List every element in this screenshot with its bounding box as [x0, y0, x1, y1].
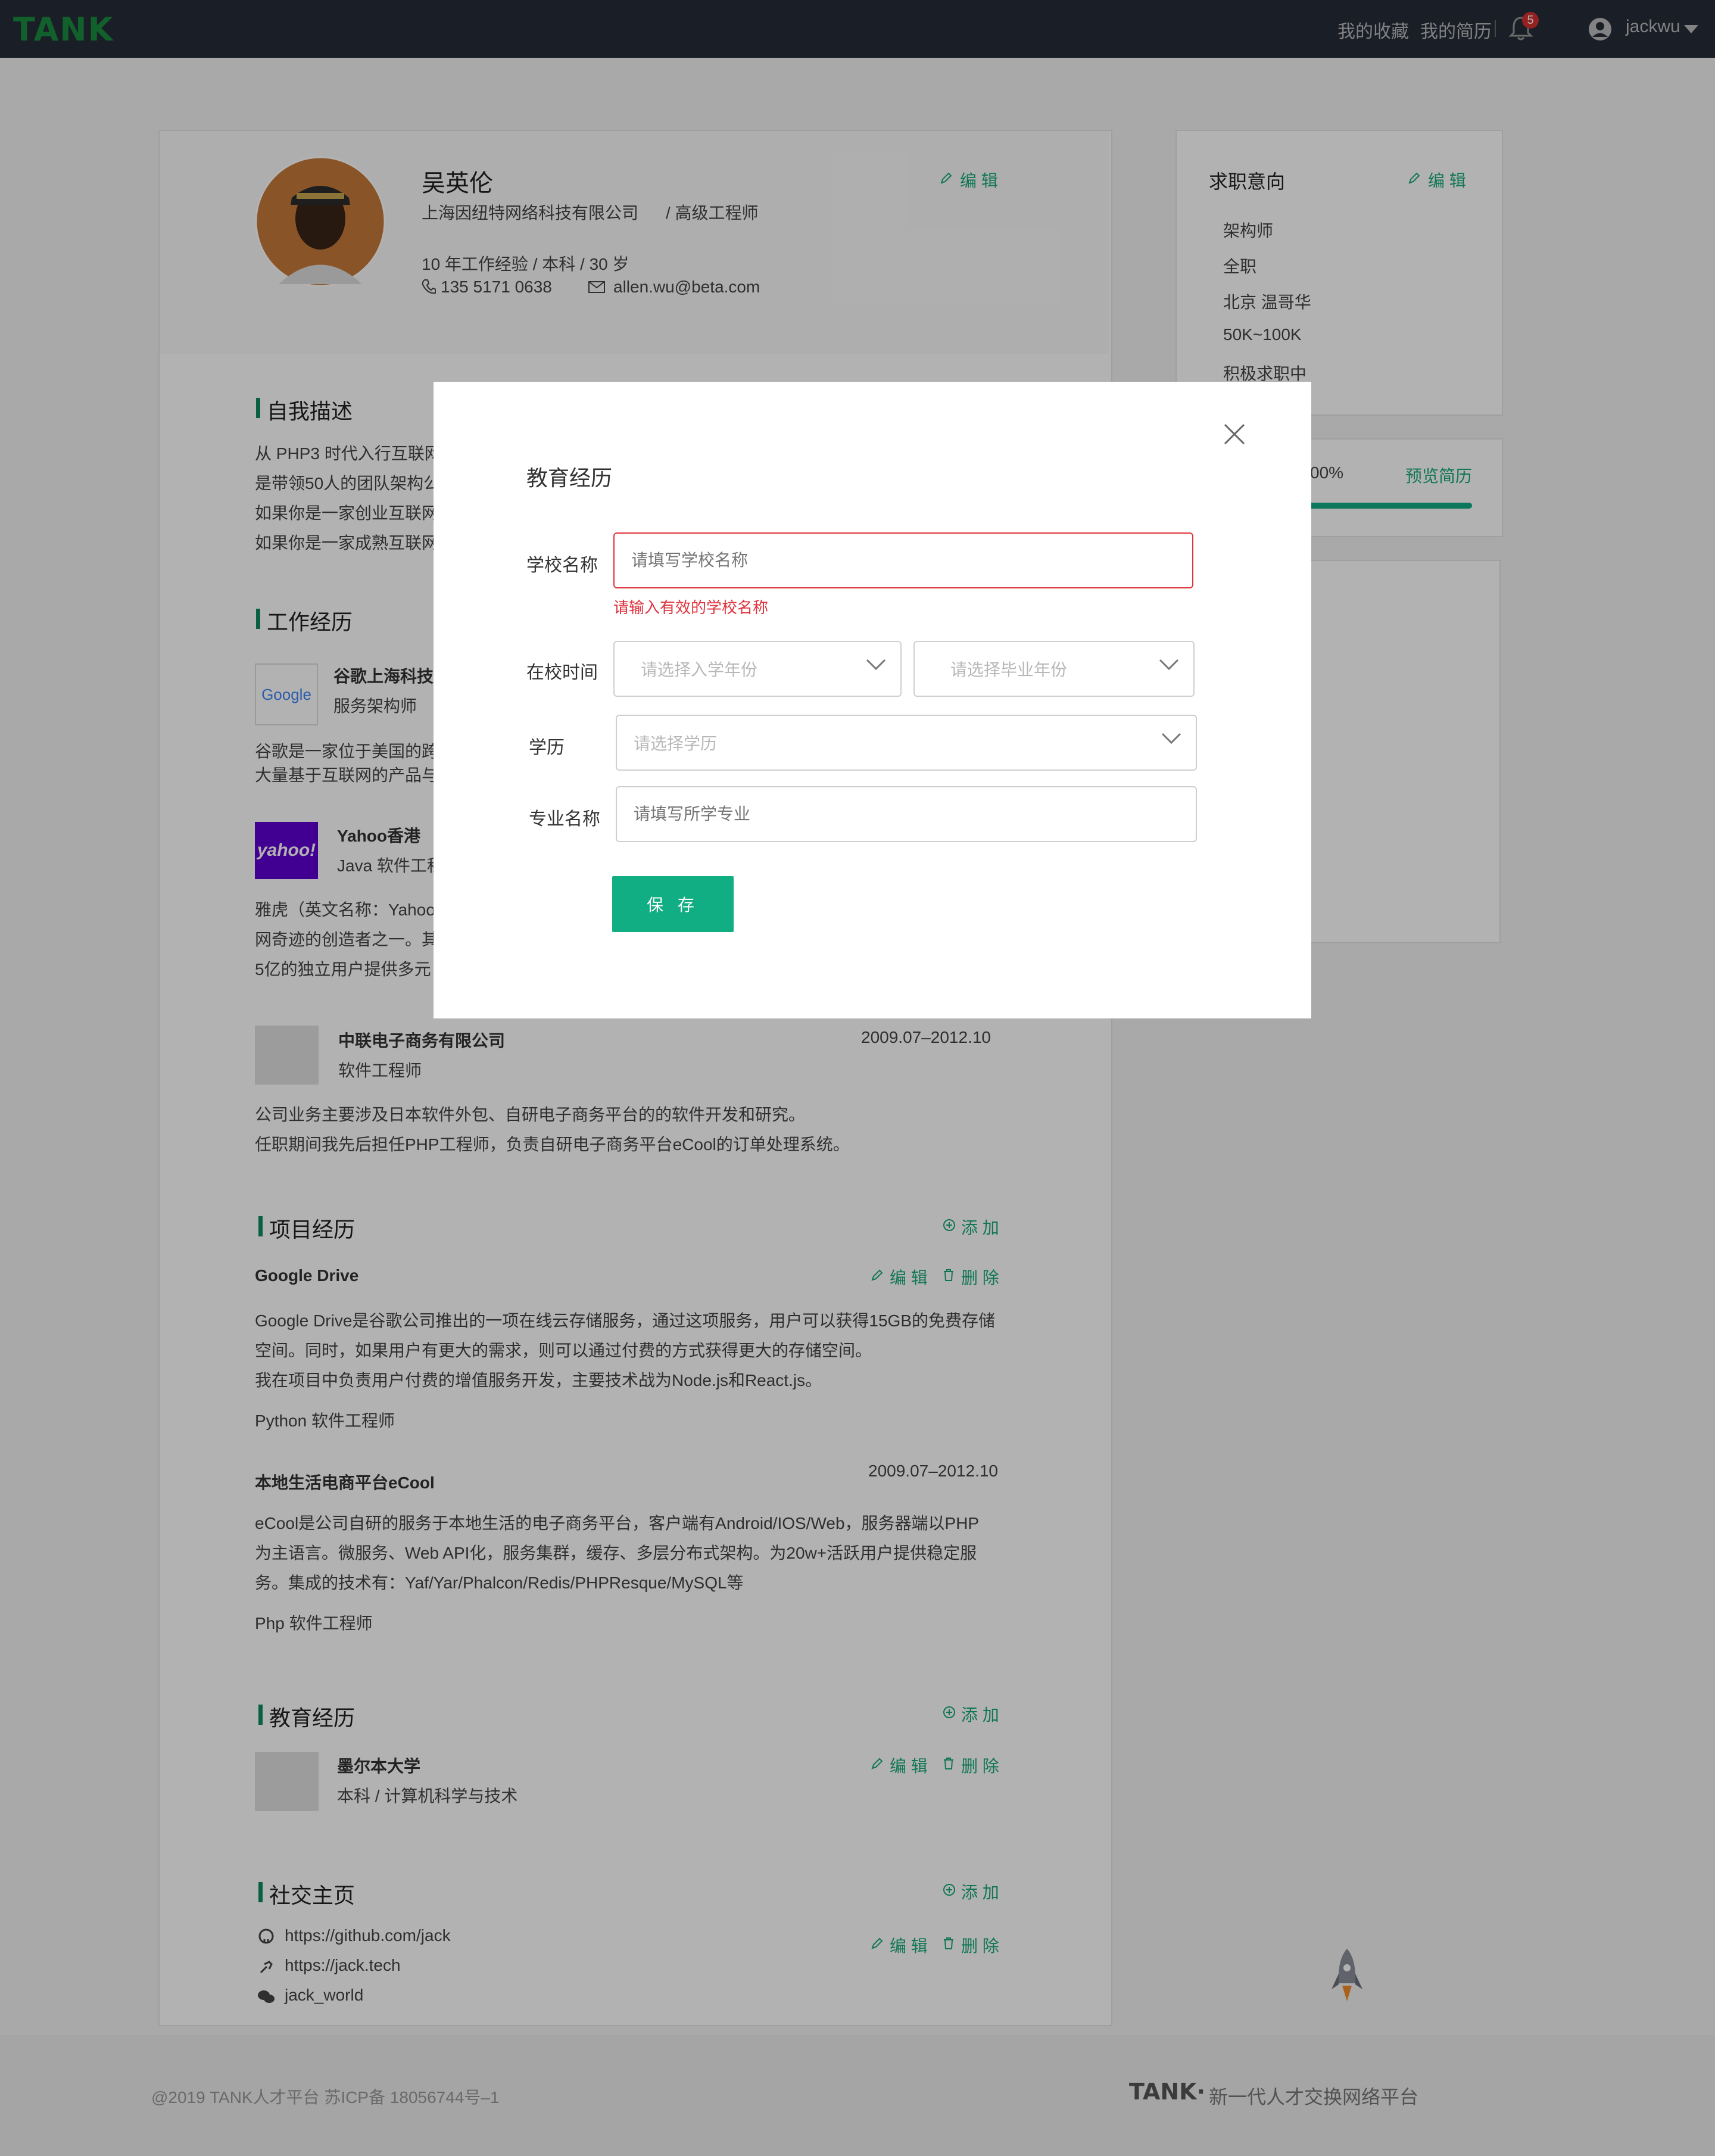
- save-button[interactable]: 保 存: [612, 876, 734, 932]
- chevron-down-icon: [866, 659, 886, 671]
- graduation-year-placeholder: 请选择毕业年份: [950, 660, 1068, 679]
- study-period-label: 在校时间: [526, 663, 598, 683]
- school-name-label: 学校名称: [526, 556, 598, 575]
- modal-backdrop[interactable]: [0, 0, 1715, 2156]
- major-label: 专业名称: [529, 809, 600, 829]
- chevron-down-icon: [1161, 733, 1181, 744]
- close-icon[interactable]: [1223, 423, 1246, 445]
- school-name-input[interactable]: [613, 532, 1193, 588]
- major-input[interactable]: [616, 786, 1197, 842]
- degree-label: 学历: [529, 738, 565, 758]
- degree-placeholder: 请选择学历: [634, 734, 718, 753]
- school-name-error: 请输入有效的学校名称: [613, 599, 769, 616]
- graduation-year-select[interactable]: 请选择毕业年份: [913, 641, 1195, 697]
- degree-select[interactable]: 请选择学历: [616, 715, 1197, 771]
- start-year-placeholder: 请选择入学年份: [641, 660, 758, 679]
- start-year-select[interactable]: 请选择入学年份: [613, 641, 902, 697]
- modal-title: 教育经历: [526, 466, 613, 490]
- chevron-down-icon: [1159, 659, 1179, 671]
